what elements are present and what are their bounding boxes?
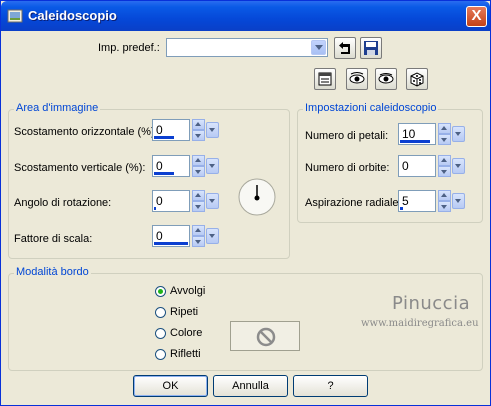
proof-toggle-button[interactable] [375, 68, 397, 90]
orbits-label: Numero di orbite: [305, 162, 390, 174]
randomize-dice-icon [410, 72, 424, 87]
orbits-dropdown[interactable] [452, 158, 465, 174]
radio-reflect-circle[interactable] [155, 348, 166, 360]
scale-up[interactable] [192, 225, 205, 236]
dialog-window: Caleidoscopio X Imp. predef.: Area d'imm… [0, 0, 491, 406]
orbits-input[interactable]: 0 [398, 155, 436, 177]
ok-button[interactable]: OK [133, 375, 208, 397]
image-area-title: Area d'immagine [14, 102, 101, 114]
h-offset-down[interactable] [192, 130, 205, 141]
orbits-spinner[interactable]: 0 [398, 155, 466, 177]
rotation-up[interactable] [192, 190, 205, 201]
v-offset-spinner[interactable]: 0 [152, 155, 220, 177]
save-disk-icon [364, 41, 378, 55]
radio-color-label: Colore [170, 327, 203, 339]
window-title: Caleidoscopio [28, 8, 117, 23]
load-preset-icon [339, 42, 350, 54]
rotation-down[interactable] [192, 201, 205, 212]
no-color-icon [256, 327, 276, 347]
radio-color-circle[interactable] [155, 327, 166, 339]
v-offset-up[interactable] [192, 155, 205, 166]
scale-dropdown[interactable] [206, 228, 219, 244]
help-button[interactable]: ? [293, 375, 368, 397]
reset-button[interactable] [314, 68, 336, 90]
border-mode-title: Modalità bordo [14, 266, 91, 278]
preview-toggle-button[interactable] [346, 68, 368, 90]
rotation-input[interactable]: 0 [152, 190, 190, 212]
scale-input[interactable]: 0 [152, 225, 190, 247]
petals-down[interactable] [438, 134, 451, 145]
preview-eye-icon [349, 72, 365, 84]
radial-suction-down[interactable] [438, 201, 451, 212]
cancel-button[interactable]: Annulla [213, 375, 288, 397]
watermark-name: Pinuccia [392, 293, 471, 314]
app-icon [7, 9, 23, 23]
h-offset-up[interactable] [192, 119, 205, 130]
randomize-button[interactable] [406, 68, 428, 90]
radio-wrap-label: Avvolgi [170, 285, 206, 297]
v-offset-label: Scostamento verticale (%): [14, 162, 146, 174]
scale-spinner[interactable]: 0 [152, 225, 220, 247]
radio-reflect[interactable]: Rifletti [155, 346, 201, 362]
radio-color[interactable]: Colore [155, 325, 202, 341]
radio-wrap[interactable]: Avvolgi [155, 283, 205, 299]
petals-input[interactable]: 10 [398, 123, 436, 145]
v-offset-input[interactable]: 0 [152, 155, 190, 177]
radio-repeat[interactable]: Ripeti [155, 304, 198, 320]
rotation-label: Angolo di rotazione: [14, 197, 112, 209]
radio-wrap-circle[interactable] [155, 285, 166, 297]
scale-label: Fattore di scala: [14, 233, 93, 245]
petals-dropdown[interactable] [452, 126, 465, 142]
close-button[interactable]: X [466, 6, 487, 27]
radio-repeat-circle[interactable] [155, 306, 166, 318]
petals-spinner[interactable]: 10 [398, 123, 466, 145]
petals-up[interactable] [438, 123, 451, 134]
preset-label: Imp. predef.: [98, 42, 160, 54]
h-offset-spinner[interactable]: 0 [152, 119, 220, 141]
radial-suction-label: Aspirazione radiale: [305, 197, 402, 209]
border-color-swatch[interactable] [230, 321, 300, 351]
kaleido-settings-title: Impostazioni caleidoscopio [303, 102, 439, 114]
title-bar[interactable]: Caleidoscopio X [1, 1, 490, 31]
radial-suction-input[interactable]: 5 [398, 190, 436, 212]
load-preset-button[interactable] [334, 37, 356, 59]
v-offset-dropdown[interactable] [206, 158, 219, 174]
rotation-spinner[interactable]: 0 [152, 190, 220, 212]
chevron-down-icon[interactable] [311, 40, 326, 55]
radial-suction-spinner[interactable]: 5 [398, 190, 466, 212]
radio-repeat-label: Ripeti [170, 306, 199, 318]
watermark-url: www.maidiregrafica.eu [361, 318, 479, 329]
radial-suction-dropdown[interactable] [452, 193, 465, 209]
orbits-down[interactable] [438, 166, 451, 177]
scale-down[interactable] [192, 236, 205, 247]
h-offset-label: Scostamento orizzontale (%): [14, 126, 158, 138]
rotation-dial-icon[interactable] [237, 177, 277, 217]
radio-reflect-label: Rifletti [170, 348, 201, 360]
preset-dropdown[interactable] [166, 38, 328, 57]
v-offset-down[interactable] [192, 166, 205, 177]
proof-eye-icon [378, 73, 394, 84]
h-offset-input[interactable]: 0 [152, 119, 190, 141]
rotation-dropdown[interactable] [206, 193, 219, 209]
h-offset-dropdown[interactable] [206, 122, 219, 138]
petals-label: Numero di petali: [305, 130, 389, 142]
radial-suction-up[interactable] [438, 190, 451, 201]
orbits-up[interactable] [438, 155, 451, 166]
save-preset-button[interactable] [360, 37, 382, 59]
reset-icon [318, 72, 332, 86]
